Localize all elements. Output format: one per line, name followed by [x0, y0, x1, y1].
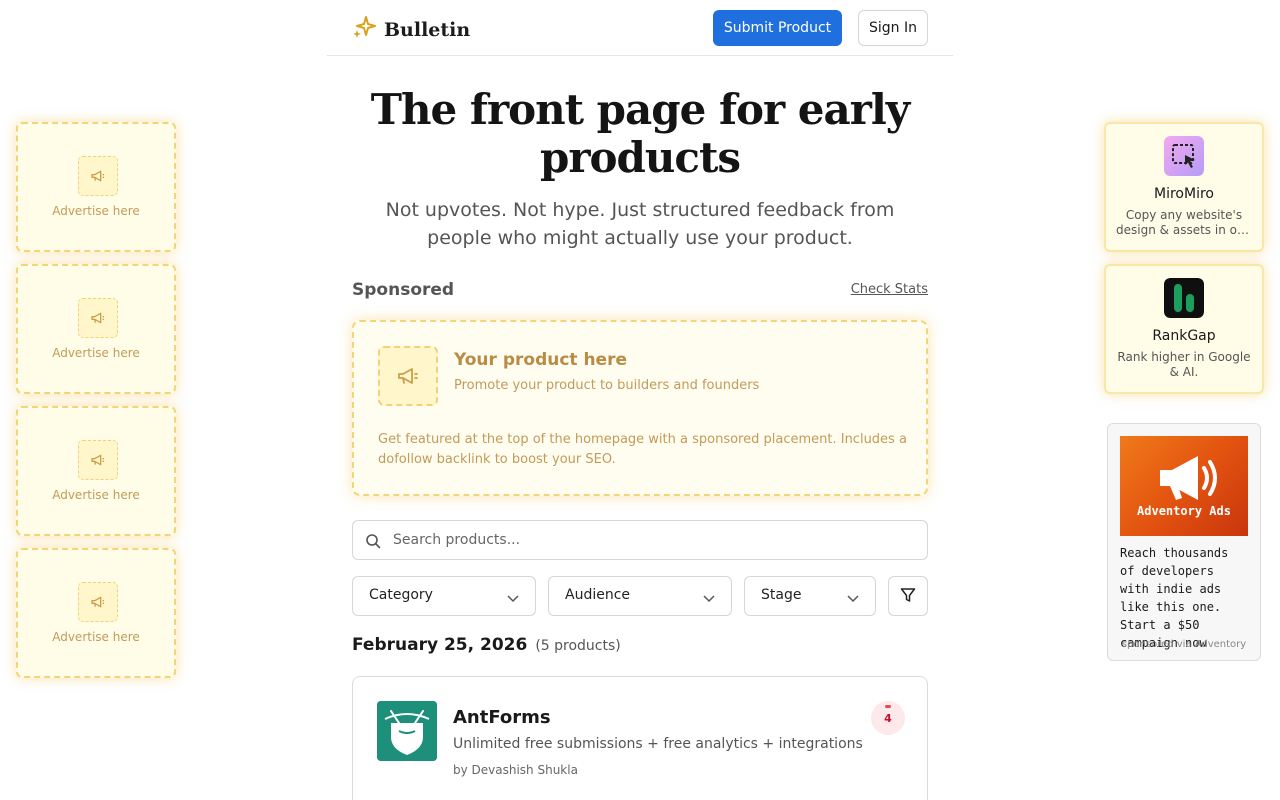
filter-icon [900, 587, 916, 606]
product-author: by Devashish Shukla [453, 763, 578, 777]
sidebar-sponsor-miromiro[interactable]: MiroMiro Copy any website's design & ass… [1104, 122, 1264, 252]
antforms-logo [377, 701, 437, 761]
advertise-slot[interactable]: Advertise here [16, 548, 176, 678]
advertise-slot-label: Advertise here [52, 488, 140, 502]
megaphone-icon [78, 582, 118, 622]
stage-select-label: Stage [761, 587, 802, 603]
megaphone-icon [78, 440, 118, 480]
hero-subtitle: Not upvotes. Not hype. Just structured f… [385, 199, 895, 249]
brand[interactable]: Bulletin [352, 15, 470, 45]
miromiro-logo [1164, 136, 1204, 176]
search-icon [365, 533, 381, 553]
product-tagline: Unlimited free submissions + free analyt… [453, 736, 863, 752]
advertise-slot-label: Advertise here [52, 204, 140, 218]
brand-name: Bulletin [384, 19, 471, 41]
sparkle-icon [352, 15, 376, 45]
megaphone-icon [78, 298, 118, 338]
score-indicator [885, 705, 891, 708]
search-bar[interactable] [352, 520, 928, 560]
sponsor-description: Rank higher in Google & AI. [1117, 350, 1251, 379]
adventory-ad-attribution[interactable]: sponsored via Adventory [1108, 639, 1260, 650]
sponsor-description-text: Copy any website's design & assets in on… [1116, 208, 1252, 237]
adventory-ad-image: Adventory Ads [1120, 436, 1248, 536]
category-select-label: Category [369, 587, 433, 603]
advertise-slot-label: Advertise here [52, 630, 140, 644]
sponsor-name: RankGap [1152, 328, 1216, 344]
sponsored-heading: Sponsored [352, 280, 455, 300]
sign-in-button[interactable]: Sign In [858, 10, 928, 46]
product-card[interactable]: AntForms Unlimited free submissions + fr… [352, 676, 928, 800]
adventory-ad-title: Adventory Ads [1137, 504, 1231, 518]
megaphone-icon [78, 156, 118, 196]
search-input[interactable] [393, 529, 913, 551]
submit-product-button[interactable]: Submit Product [713, 10, 842, 46]
sponsored-slot-card[interactable]: Your product here Promote your product t… [352, 320, 928, 496]
listing-date-header: February 25, 2026 (5 products) [352, 635, 621, 655]
chevron-down-icon [847, 591, 859, 607]
listing-date: February 25, 2026 [352, 635, 528, 655]
audience-select[interactable]: Audience [548, 576, 732, 616]
sponsor-name: MiroMiro [1154, 186, 1214, 202]
megaphone-icon [1160, 456, 1217, 500]
check-stats-link[interactable]: Check Stats [836, 282, 928, 297]
sponsored-slot-title: Your product here [454, 350, 628, 370]
sidebar-sponsor-rankgap[interactable]: RankGap Rank higher in Google & AI. [1104, 264, 1264, 394]
sponsor-description: Copy any website's design & assets in on… [1116, 208, 1252, 238]
product-score: 4 [884, 711, 892, 725]
product-score-badge[interactable]: 4 [871, 701, 905, 735]
filter-button[interactable] [888, 576, 928, 616]
advertise-slot[interactable]: Advertise here [16, 264, 176, 394]
product-name[interactable]: AntForms [453, 707, 551, 728]
hero-title: The front page for early products [370, 85, 910, 182]
sponsored-slot-description: Promote your product to builders and fou… [454, 378, 760, 393]
chevron-down-icon [507, 591, 519, 607]
advertise-slot[interactable]: Advertise here [16, 406, 176, 536]
category-select[interactable]: Category [352, 576, 536, 616]
megaphone-icon [378, 346, 438, 406]
advertise-slot[interactable]: Advertise here [16, 122, 176, 252]
adventory-ad[interactable]: Adventory Ads Reach thousands of develop… [1107, 423, 1261, 661]
rankgap-logo [1164, 278, 1204, 318]
chevron-down-icon [703, 591, 715, 607]
stage-select[interactable]: Stage [744, 576, 876, 616]
adventory-ad-text: Reach thousands of developers with indie… [1120, 546, 1229, 650]
advertise-slot-label: Advertise here [52, 346, 140, 360]
top-header: Bulletin Submit Product Sign In [327, 0, 953, 56]
listing-count: (5 products) [535, 638, 621, 654]
audience-select-label: Audience [565, 587, 631, 603]
sponsored-slot-body: Get featured at the top of the homepage … [378, 432, 907, 467]
